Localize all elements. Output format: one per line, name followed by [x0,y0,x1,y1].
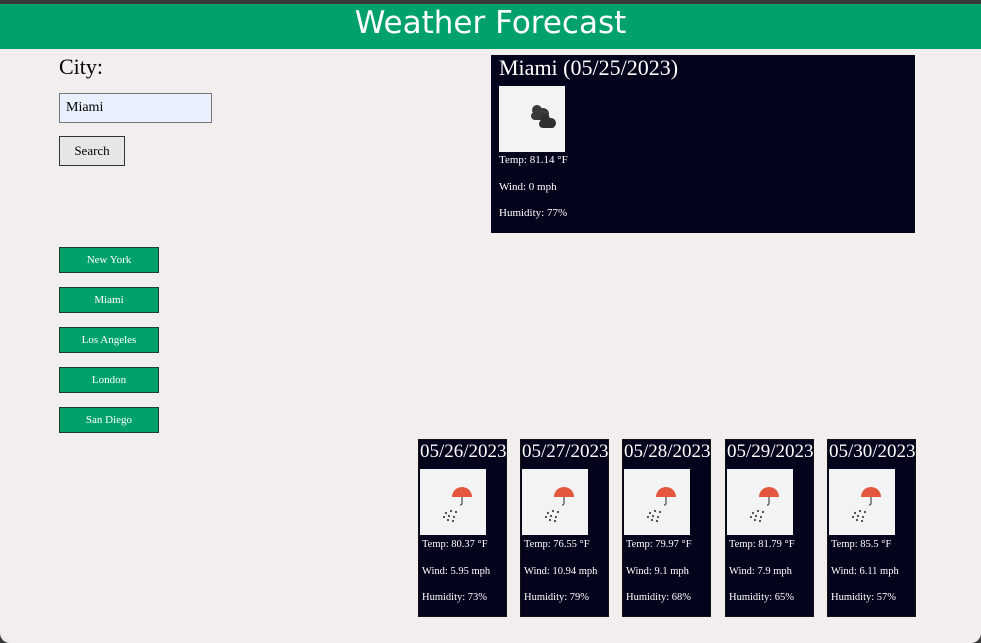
current-weather-card: Miami (05/25/2023) Temp: 81.14 °F Wind: … [491,55,915,233]
forecast-date: 05/28/2023 [624,441,711,462]
forecast-date: 05/29/2023 [727,441,814,462]
forecast-date: 05/27/2023 [522,441,609,462]
forecast-stats: Temp: 79.97 °F Wind: 9.1 mph Humidity: 6… [626,538,692,618]
history-button-london[interactable]: London [59,367,159,393]
forecast-card: 05/30/2023 Temp: 85.5 °F Wind: 6.11 mph … [827,439,916,617]
city-input[interactable] [59,93,212,123]
forecast-stats: Temp: 80.37 °F Wind: 5.95 mph Humidity: … [422,538,490,618]
current-weather-stats: Temp: 81.14 °F Wind: 0 mph Humidity: 77% [499,154,568,234]
forecast-stats: Temp: 85.5 °F Wind: 6.11 mph Humidity: 5… [831,538,899,618]
current-wind: Wind: 0 mph [499,180,557,193]
forecast-temp: Temp: 81.79 °F [729,539,795,550]
current-humidity: Humidity: 77% [499,207,568,219]
forecast-date: 05/30/2023 [829,441,916,462]
forecast-humidity: Humidity: 68% [626,592,692,603]
forecast-stats: Temp: 81.79 °F Wind: 7.9 mph Humidity: 6… [729,538,795,618]
forecast-wind: Wind: 10.94 mph [524,565,598,577]
search-button[interactable]: Search [59,136,125,166]
history-button-los-angeles[interactable]: Los Angeles [59,327,159,353]
clouds-icon [499,86,565,152]
forecast-card: 05/26/2023 Temp: 80.37 °F Wind: 5.95 mph… [418,439,507,617]
city-label: City: [59,54,104,79]
forecast-temp: Temp: 80.37 °F [422,539,488,550]
forecast-humidity: Humidity: 73% [422,592,488,603]
forecast-temp: Temp: 85.5 °F [831,539,892,550]
forecast-wind: Wind: 5.95 mph [422,565,491,577]
forecast-temp: Temp: 76.55 °F [524,539,590,550]
rain-icon [522,469,588,535]
forecast-card: 05/27/2023 Temp: 76.55 °F Wind: 10.94 mp… [520,439,609,617]
rain-icon [624,469,690,535]
forecast-wind: Wind: 6.11 mph [831,565,899,577]
history-button-san-diego[interactable]: San Diego [59,407,159,433]
forecast-wind: Wind: 7.9 mph [729,565,792,577]
page: Weather Forecast City: Search New York M… [0,0,981,643]
history-button-miami[interactable]: Miami [59,287,159,313]
current-temp: Temp: 81.14 °F [499,154,568,166]
forecast-card: 05/29/2023 Temp: 81.79 °F Wind: 7.9 mph … [725,439,814,617]
forecast-card: 05/28/2023 Temp: 79.97 °F Wind: 9.1 mph … [622,439,711,617]
forecast-wind: Wind: 9.1 mph [626,565,689,577]
forecast-date: 05/26/2023 [420,441,507,462]
page-header: Weather Forecast [0,4,981,49]
rain-icon [727,469,793,535]
current-weather-title: Miami (05/25/2023) [499,55,679,80]
search-history: New York Miami Los Angeles London San Di… [59,247,159,447]
history-button-new-york[interactable]: New York [59,247,159,273]
forecast-humidity: Humidity: 65% [729,592,795,603]
forecast-humidity: Humidity: 79% [524,592,590,603]
rain-icon [829,469,895,535]
forecast-temp: Temp: 79.97 °F [626,539,692,550]
forecast-humidity: Humidity: 57% [831,592,897,603]
page-title: Weather Forecast [354,5,627,41]
forecast-stats: Temp: 76.55 °F Wind: 10.94 mph Humidity:… [524,538,597,618]
rain-icon [420,469,486,535]
